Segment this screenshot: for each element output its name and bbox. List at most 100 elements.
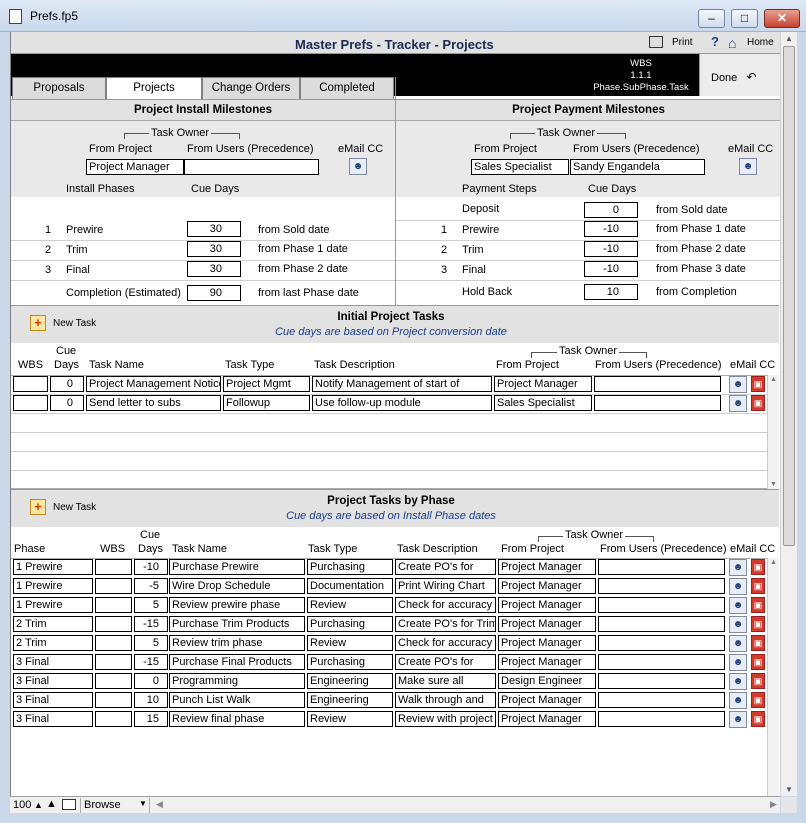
initial-from-project-field[interactable]: Sales Specialist (494, 395, 592, 411)
phase-days-field[interactable]: 10 (134, 692, 168, 708)
phase-wbs-field[interactable] (95, 635, 132, 651)
phase-task-desc-field[interactable]: Create PO's for Trim (395, 616, 496, 632)
phase-task-name-field[interactable]: Review final phase (169, 711, 305, 727)
initial-task-name-field[interactable]: Send letter to subs (86, 395, 221, 411)
new-task-plus-icon[interactable]: + (30, 315, 46, 331)
resize-grip[interactable] (781, 797, 797, 813)
initial-task-name-field[interactable]: Project Management Notice (86, 376, 221, 392)
delete-trash-icon[interactable]: ▣ (751, 578, 765, 594)
zoom-level[interactable]: 100 (13, 799, 31, 811)
print-button[interactable]: Print (647, 34, 703, 52)
done-button[interactable]: Done ↶ (711, 70, 775, 86)
scroll-left-arrow-icon[interactable]: ◀ (156, 799, 163, 810)
add-email-cc-icon[interactable]: ☻ (729, 578, 747, 595)
phase-from-users-field[interactable] (598, 692, 725, 708)
initial-from-users-field[interactable] (594, 376, 721, 392)
initial-new-task-button[interactable]: New Task (53, 318, 96, 329)
tab-proposals[interactable]: Proposals (12, 77, 106, 99)
add-email-cc-icon[interactable]: ☻ (729, 395, 747, 412)
phase-task-desc-field[interactable]: Check for accuracy (395, 635, 496, 651)
help-button[interactable]: ? (706, 34, 724, 52)
payment-row-days-field[interactable]: -10 (584, 241, 638, 257)
scroll-thumb[interactable] (783, 46, 795, 546)
phase-task-type-field[interactable]: Review (307, 597, 393, 613)
tab-change-orders[interactable]: Change Orders (202, 77, 300, 99)
install-row-days-field[interactable]: 30 (187, 221, 241, 237)
delete-trash-icon[interactable]: ▣ (751, 597, 765, 613)
phase-from-users-field[interactable] (598, 597, 725, 613)
delete-trash-icon[interactable]: ▣ (751, 711, 765, 727)
phase-from-project-field[interactable]: Project Manager (498, 559, 596, 575)
phase-task-desc-field[interactable]: Check for accuracy (395, 597, 496, 613)
phase-task-type-field[interactable]: Engineering (307, 692, 393, 708)
phase-task-type-field[interactable]: Review (307, 711, 393, 727)
phase-wbs-field[interactable] (95, 578, 132, 594)
delete-trash-icon[interactable]: ▣ (751, 635, 765, 651)
phase-field[interactable]: 1 Prewire (13, 559, 93, 575)
status-area-toggle-icon[interactable] (62, 799, 76, 810)
install-completion-days-field[interactable]: 90 (187, 285, 241, 301)
phase-task-name-field[interactable]: Programming (169, 673, 305, 689)
phase-field[interactable]: 3 Final (13, 654, 93, 670)
delete-trash-icon[interactable]: ▣ (751, 616, 765, 632)
phase-from-project-field[interactable]: Project Manager (498, 654, 596, 670)
add-email-cc-icon[interactable]: ☻ (729, 673, 747, 690)
initial-from-project-field[interactable]: Project Manager (494, 376, 592, 392)
phase-from-users-field[interactable] (598, 654, 725, 670)
payment-holdback-days-field[interactable]: 10 (584, 284, 638, 300)
phase-task-desc-field[interactable]: Make sure all (395, 673, 496, 689)
add-email-cc-icon[interactable]: ☻ (729, 654, 747, 671)
delete-trash-icon[interactable]: ▣ (751, 692, 765, 708)
phase-from-project-field[interactable]: Project Manager (498, 616, 596, 632)
phase-days-field[interactable]: 15 (134, 711, 168, 727)
phase-task-type-field[interactable]: Purchasing (307, 616, 393, 632)
close-button[interactable]: ✕ (764, 9, 800, 28)
add-email-cc-icon[interactable]: ☻ (349, 158, 367, 175)
phase-task-type-field[interactable]: Documentation (307, 578, 393, 594)
phase-wbs-field[interactable] (95, 692, 132, 708)
phase-from-users-field[interactable] (598, 673, 725, 689)
payment-from-project-field[interactable]: Sales Specialist (471, 159, 569, 175)
phase-task-desc-field[interactable]: Create PO's for (395, 654, 496, 670)
phase-from-project-field[interactable]: Design Engineer (498, 673, 596, 689)
initial-task-desc-field[interactable]: Notify Management of start of (312, 376, 492, 392)
phase-days-field[interactable]: -15 (134, 616, 168, 632)
phase-from-project-field[interactable]: Project Manager (498, 635, 596, 651)
window-vertical-scrollbar[interactable]: ▲ ▼ (780, 32, 797, 796)
phase-portal-scrollbar[interactable]: ▲ (767, 558, 779, 796)
phase-field[interactable]: 1 Prewire (13, 597, 93, 613)
phase-task-name-field[interactable]: Purchase Trim Products (169, 616, 305, 632)
phase-field[interactable]: 3 Final (13, 692, 93, 708)
delete-trash-icon[interactable]: ▣ (751, 673, 765, 689)
scroll-up-arrow-icon[interactable]: ▲ (770, 376, 777, 383)
tab-projects[interactable]: Projects (106, 77, 202, 99)
phase-days-field[interactable]: 5 (134, 635, 168, 651)
phase-wbs-field[interactable] (95, 654, 132, 670)
initial-wbs-field[interactable] (13, 376, 48, 392)
delete-trash-icon[interactable]: ▣ (751, 376, 765, 392)
phase-wbs-field[interactable] (95, 673, 132, 689)
phase-task-type-field[interactable]: Engineering (307, 673, 393, 689)
phase-task-name-field[interactable]: Wire Drop Schedule (169, 578, 305, 594)
scroll-up-arrow-icon[interactable]: ▲ (785, 34, 793, 43)
tab-completed[interactable]: Completed (300, 77, 394, 99)
phase-task-name-field[interactable]: Purchase Final Products (169, 654, 305, 670)
initial-from-users-field[interactable] (594, 395, 721, 411)
initial-days-field[interactable]: 0 (50, 395, 84, 411)
phase-task-name-field[interactable]: Purchase Prewire (169, 559, 305, 575)
phase-from-users-field[interactable] (598, 559, 725, 575)
minimize-button[interactable]: – (698, 9, 725, 28)
phase-wbs-field[interactable] (95, 559, 132, 575)
new-task-plus-icon[interactable]: + (30, 499, 46, 515)
phase-from-project-field[interactable]: Project Manager (498, 711, 596, 727)
payment-row-days-field[interactable]: -10 (584, 221, 638, 237)
install-from-users-field[interactable] (184, 159, 319, 175)
payment-from-users-field[interactable]: Sandy Engandela (570, 159, 705, 175)
phase-task-name-field[interactable]: Punch List Walk (169, 692, 305, 708)
phase-field[interactable]: 2 Trim (13, 616, 93, 632)
phase-field[interactable]: 3 Final (13, 711, 93, 727)
phase-field[interactable]: 1 Prewire (13, 578, 93, 594)
phase-task-type-field[interactable]: Purchasing (307, 559, 393, 575)
add-email-cc-icon[interactable]: ☻ (729, 597, 747, 614)
phase-task-desc-field[interactable]: Create PO's for (395, 559, 496, 575)
